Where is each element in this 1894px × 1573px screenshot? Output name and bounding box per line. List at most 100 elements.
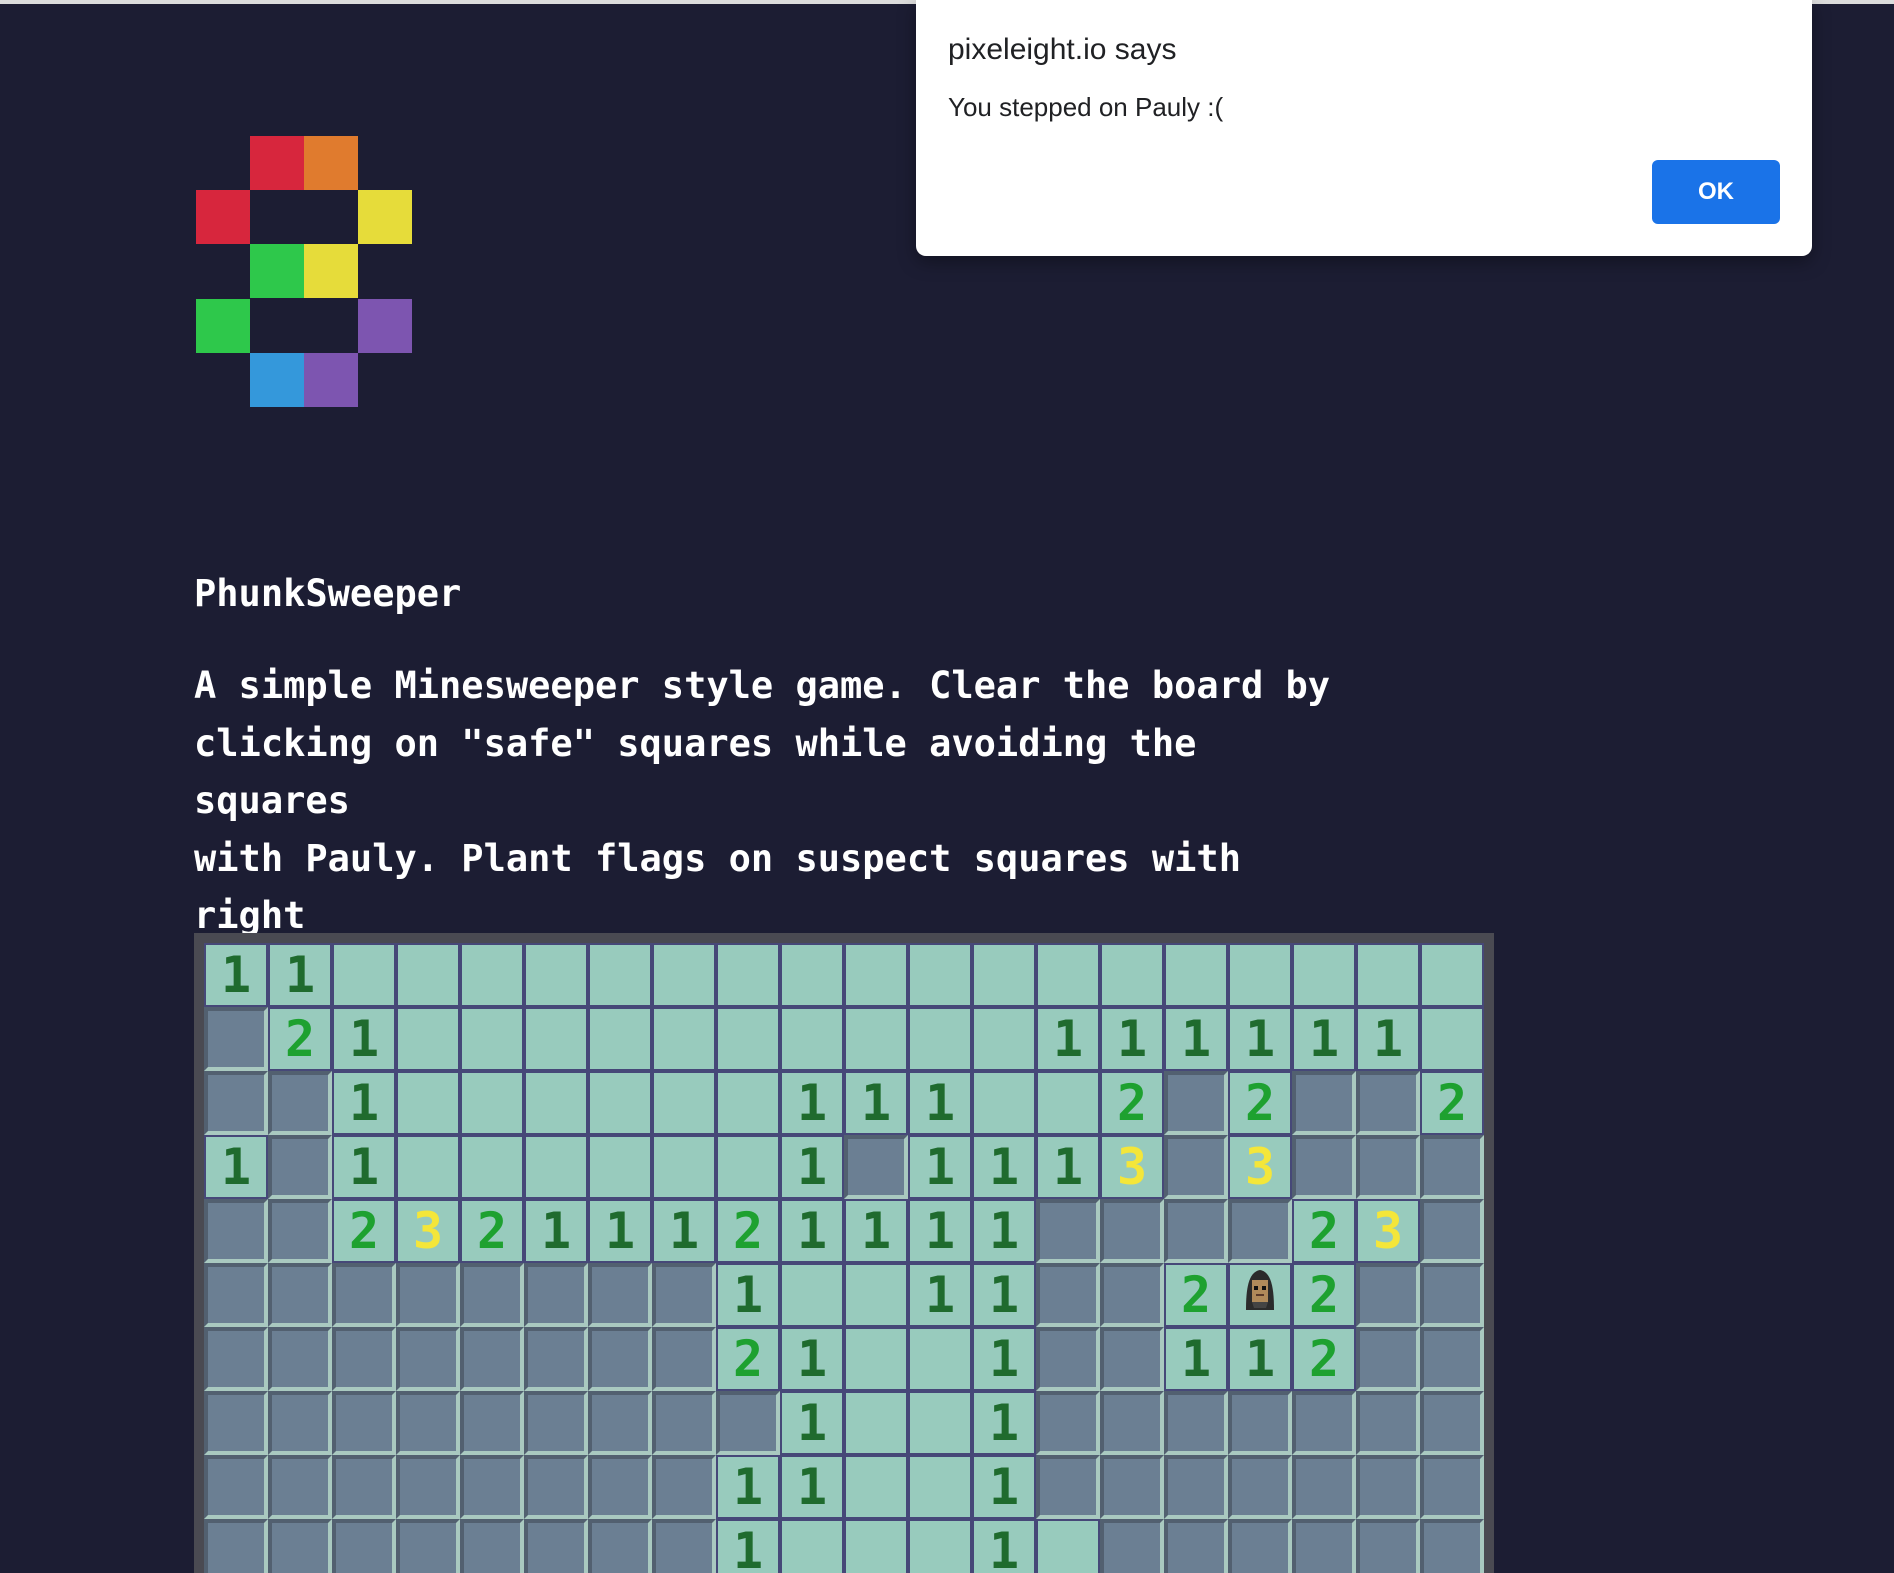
number-cell[interactable]: 1: [1164, 1007, 1228, 1071]
number-cell[interactable]: 1: [972, 1519, 1036, 1573]
revealed-cell[interactable]: [332, 943, 396, 1007]
revealed-cell[interactable]: [396, 1007, 460, 1071]
revealed-cell[interactable]: [1036, 1071, 1100, 1135]
hidden-cell[interactable]: [268, 1071, 332, 1135]
hidden-cell[interactable]: [588, 1519, 652, 1573]
revealed-cell[interactable]: [588, 1135, 652, 1199]
revealed-cell[interactable]: [972, 943, 1036, 1007]
hidden-cell[interactable]: [652, 1391, 716, 1455]
number-cell[interactable]: 1: [204, 1135, 268, 1199]
hidden-cell[interactable]: [524, 1327, 588, 1391]
number-cell[interactable]: 1: [972, 1327, 1036, 1391]
hidden-cell[interactable]: [1356, 1263, 1420, 1327]
revealed-cell[interactable]: [1100, 943, 1164, 1007]
hidden-cell[interactable]: [588, 1263, 652, 1327]
revealed-cell[interactable]: [460, 1071, 524, 1135]
hidden-cell[interactable]: [1164, 1135, 1228, 1199]
number-cell[interactable]: 1: [716, 1263, 780, 1327]
number-cell[interactable]: 1: [1356, 1007, 1420, 1071]
hidden-cell[interactable]: [524, 1263, 588, 1327]
revealed-cell[interactable]: [844, 1327, 908, 1391]
hidden-cell[interactable]: [1420, 1391, 1484, 1455]
hidden-cell[interactable]: [1164, 1199, 1228, 1263]
hidden-cell[interactable]: [524, 1455, 588, 1519]
hidden-cell[interactable]: [396, 1455, 460, 1519]
hidden-cell[interactable]: [332, 1263, 396, 1327]
revealed-cell[interactable]: [908, 1007, 972, 1071]
hidden-cell[interactable]: [1164, 1519, 1228, 1573]
hidden-cell[interactable]: [1036, 1327, 1100, 1391]
hidden-cell[interactable]: [588, 1455, 652, 1519]
revealed-cell[interactable]: [652, 1135, 716, 1199]
number-cell[interactable]: 2: [1420, 1071, 1484, 1135]
number-cell[interactable]: 1: [204, 943, 268, 1007]
number-cell[interactable]: 2: [1292, 1263, 1356, 1327]
hidden-cell[interactable]: [204, 1455, 268, 1519]
hidden-cell[interactable]: [1100, 1455, 1164, 1519]
revealed-cell[interactable]: [972, 1071, 1036, 1135]
number-cell[interactable]: 2: [1164, 1263, 1228, 1327]
number-cell[interactable]: 2: [716, 1327, 780, 1391]
revealed-cell[interactable]: [908, 943, 972, 1007]
hidden-cell[interactable]: [332, 1327, 396, 1391]
hidden-cell[interactable]: [460, 1391, 524, 1455]
hidden-cell[interactable]: [652, 1327, 716, 1391]
hidden-cell[interactable]: [204, 1199, 268, 1263]
number-cell[interactable]: 1: [268, 943, 332, 1007]
hidden-cell[interactable]: [652, 1519, 716, 1573]
revealed-cell[interactable]: [1036, 1519, 1100, 1573]
number-cell[interactable]: 1: [716, 1455, 780, 1519]
number-cell[interactable]: 1: [780, 1135, 844, 1199]
hidden-cell[interactable]: [1420, 1519, 1484, 1573]
hidden-cell[interactable]: [1356, 1519, 1420, 1573]
hidden-cell[interactable]: [204, 1007, 268, 1071]
hidden-cell[interactable]: [1420, 1135, 1484, 1199]
hidden-cell[interactable]: [1036, 1263, 1100, 1327]
hidden-cell[interactable]: [1036, 1455, 1100, 1519]
hidden-cell[interactable]: [1228, 1455, 1292, 1519]
number-cell[interactable]: 1: [780, 1455, 844, 1519]
number-cell[interactable]: 1: [332, 1007, 396, 1071]
number-cell[interactable]: 1: [332, 1135, 396, 1199]
revealed-cell[interactable]: [780, 1007, 844, 1071]
hidden-cell[interactable]: [204, 1071, 268, 1135]
number-cell[interactable]: 1: [780, 1327, 844, 1391]
revealed-cell[interactable]: [460, 1135, 524, 1199]
hidden-cell[interactable]: [716, 1391, 780, 1455]
hidden-cell[interactable]: [332, 1519, 396, 1573]
hidden-cell[interactable]: [524, 1519, 588, 1573]
number-cell[interactable]: 2: [460, 1199, 524, 1263]
hidden-cell[interactable]: [1164, 1455, 1228, 1519]
revealed-cell[interactable]: [1164, 943, 1228, 1007]
revealed-cell[interactable]: [716, 1007, 780, 1071]
revealed-cell[interactable]: [396, 943, 460, 1007]
revealed-cell[interactable]: [396, 1135, 460, 1199]
revealed-cell[interactable]: [844, 943, 908, 1007]
revealed-cell[interactable]: [844, 1263, 908, 1327]
hidden-cell[interactable]: [268, 1455, 332, 1519]
hidden-cell[interactable]: [1228, 1519, 1292, 1573]
number-cell[interactable]: 2: [1228, 1071, 1292, 1135]
number-cell[interactable]: 1: [1228, 1327, 1292, 1391]
revealed-cell[interactable]: [588, 1007, 652, 1071]
revealed-cell[interactable]: [780, 1519, 844, 1573]
number-cell[interactable]: 1: [908, 1199, 972, 1263]
revealed-cell[interactable]: [844, 1007, 908, 1071]
revealed-cell[interactable]: [908, 1519, 972, 1573]
revealed-cell[interactable]: [524, 1071, 588, 1135]
hidden-cell[interactable]: [1164, 1391, 1228, 1455]
number-cell[interactable]: 3: [1356, 1199, 1420, 1263]
number-cell[interactable]: 1: [844, 1199, 908, 1263]
revealed-cell[interactable]: [908, 1327, 972, 1391]
number-cell[interactable]: 2: [1100, 1071, 1164, 1135]
hidden-cell[interactable]: [1356, 1071, 1420, 1135]
revealed-cell[interactable]: [1036, 943, 1100, 1007]
number-cell[interactable]: 1: [908, 1263, 972, 1327]
hidden-cell[interactable]: [1164, 1071, 1228, 1135]
number-cell[interactable]: 1: [524, 1199, 588, 1263]
revealed-cell[interactable]: [780, 1263, 844, 1327]
revealed-cell[interactable]: [588, 1071, 652, 1135]
hidden-cell[interactable]: [204, 1391, 268, 1455]
hidden-cell[interactable]: [268, 1135, 332, 1199]
hidden-cell[interactable]: [332, 1455, 396, 1519]
